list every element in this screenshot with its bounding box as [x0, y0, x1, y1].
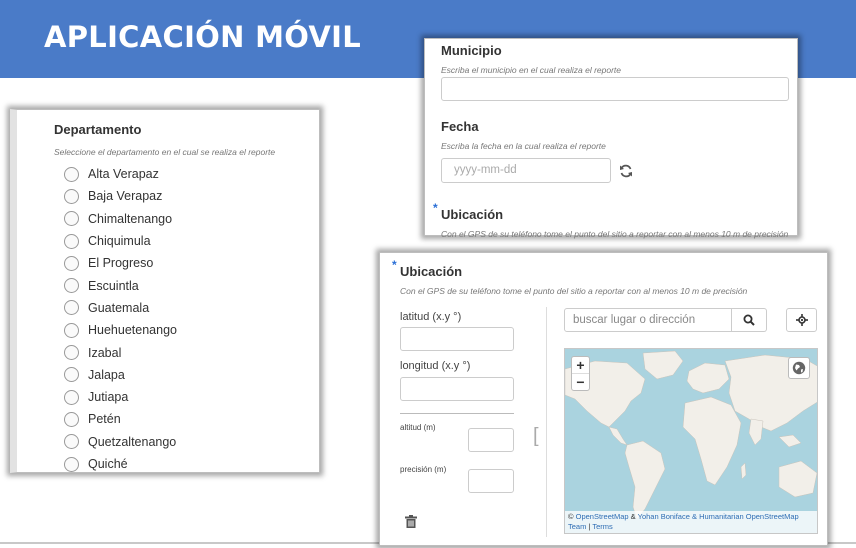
- option-label: Quetzaltenango: [88, 434, 177, 449]
- longitud-input[interactable]: [400, 377, 514, 401]
- departamento-hint: Seleccione el departamento en el cual se…: [54, 147, 276, 157]
- departamento-options: Alta Verapaz Baja Verapaz Chimaltenango Chi…: [64, 163, 177, 472]
- fecha-input[interactable]: yyyy-mm-dd: [441, 158, 611, 183]
- radio-button[interactable]: [64, 411, 79, 427]
- departamento-option[interactable]: Jalapa: [64, 364, 177, 386]
- departamento-option[interactable]: Izabal: [64, 341, 177, 363]
- departamento-option[interactable]: Petén: [64, 408, 177, 430]
- radio-button[interactable]: [64, 456, 79, 472]
- option-label: Alta Verapaz: [88, 167, 159, 182]
- zoom-in-button[interactable]: +: [572, 357, 589, 373]
- yohan-link[interactable]: Yohan Boniface & Humanitarian: [638, 512, 744, 521]
- divider: [400, 413, 514, 414]
- departamento-option[interactable]: Jutiapa: [64, 386, 177, 408]
- team-link[interactable]: Team: [568, 522, 586, 531]
- departamento-option[interactable]: Guatemala: [64, 297, 177, 319]
- departamento-option[interactable]: Alta Verapaz: [64, 163, 177, 185]
- option-label: Guatemala: [88, 300, 150, 315]
- attribution-prefix: ©: [568, 512, 576, 521]
- radio-button[interactable]: [64, 278, 79, 294]
- radio-button[interactable]: [64, 345, 79, 361]
- precision-input[interactable]: [468, 469, 514, 493]
- required-marker: *: [392, 258, 397, 272]
- departamento-option[interactable]: Baja Verapaz: [64, 185, 177, 207]
- municipio-label: Municipio: [441, 43, 502, 58]
- ubicacion-label: Ubicación: [400, 264, 463, 279]
- attribution-amp: &: [628, 512, 638, 521]
- map-view[interactable]: + − © OpenStreetMap & Yohan Boniface & H…: [564, 348, 818, 534]
- radio-button[interactable]: [64, 166, 79, 182]
- latitud-label: latitud (x.y °): [400, 311, 462, 323]
- radio-button[interactable]: [64, 367, 79, 383]
- latitud-input[interactable]: [400, 327, 514, 351]
- option-label: El Progreso: [88, 256, 154, 271]
- page-title: APLICACIÓN MÓVIL: [44, 20, 362, 54]
- departamento-option[interactable]: Chiquimula: [64, 230, 177, 252]
- trash-icon[interactable]: [405, 515, 419, 529]
- option-label: Huehuetenango: [88, 323, 177, 338]
- map-attribution: © OpenStreetMap & Yohan Boniface & Human…: [565, 511, 817, 533]
- radio-button[interactable]: [64, 188, 79, 204]
- radio-button[interactable]: [64, 233, 79, 249]
- municipio-hint: Escriba el municipio en el cual realiza …: [441, 65, 622, 75]
- search-icon[interactable]: [732, 308, 767, 332]
- option-label: Izabal: [88, 345, 122, 360]
- option-label: Jutiapa: [88, 390, 129, 405]
- longitud-label: longitud (x.y °): [400, 360, 471, 372]
- zoom-out-button[interactable]: −: [572, 374, 589, 390]
- departamento-option[interactable]: Chimaltenango: [64, 208, 177, 230]
- altitud-input[interactable]: [468, 428, 514, 452]
- departamento-option[interactable]: Quetzaltenango: [64, 431, 177, 453]
- radio-button[interactable]: [64, 211, 79, 227]
- departamento-label: Departamento: [54, 122, 142, 137]
- municipio-fecha-card: Municipio Escriba el municipio en el cua…: [424, 38, 798, 239]
- radio-button[interactable]: [64, 300, 79, 316]
- ubicacion-hint: Con el GPS de su teléfono tome el punto …: [400, 286, 748, 296]
- option-label: Petén: [88, 412, 121, 427]
- zoom-control: + −: [571, 356, 590, 391]
- departamento-card: Departamento Seleccione el departamento …: [10, 109, 320, 473]
- radio-button[interactable]: [64, 255, 79, 271]
- map-search-input[interactable]: buscar lugar o dirección: [564, 308, 732, 332]
- departamento-option[interactable]: Escuintla: [64, 274, 177, 296]
- municipio-input[interactable]: [441, 77, 789, 101]
- precision-label: precisión (m): [400, 465, 447, 474]
- altitud-label: altitud (m): [400, 423, 436, 432]
- departamento-option[interactable]: Quiché: [64, 453, 177, 472]
- terms-link[interactable]: Terms: [592, 522, 612, 531]
- column-divider: [546, 307, 547, 537]
- radio-button[interactable]: [64, 389, 79, 405]
- globe-icon[interactable]: [788, 357, 810, 379]
- ubicacion-label: Ubicación: [441, 207, 504, 222]
- option-label: Quiché: [88, 457, 128, 471]
- radio-button[interactable]: [64, 434, 79, 450]
- crosshair-icon[interactable]: [786, 308, 817, 332]
- option-label: Baja Verapaz: [88, 189, 163, 204]
- fecha-label: Fecha: [441, 119, 479, 134]
- osm-link[interactable]: OpenStreetMap: [576, 512, 629, 521]
- fecha-hint: Escriba la fecha en la cual realiza el r…: [441, 141, 606, 151]
- world-map: [565, 350, 817, 520]
- ubicacion-card: * Ubicación Con el GPS de su teléfono to…: [379, 252, 828, 546]
- departamento-option[interactable]: El Progreso: [64, 252, 177, 274]
- required-marker: *: [433, 201, 438, 215]
- departamento-option[interactable]: Huehuetenango: [64, 319, 177, 341]
- ubicacion-hint: Con el GPS de su teléfono tome el punto …: [441, 229, 789, 239]
- radio-button[interactable]: [64, 322, 79, 338]
- option-label: Chiquimula: [88, 234, 151, 249]
- option-label: Chimaltenango: [88, 211, 173, 226]
- option-label: Escuintla: [88, 278, 139, 293]
- refresh-icon[interactable]: [615, 160, 637, 182]
- bracket-glyph: [: [533, 425, 539, 447]
- option-label: Jalapa: [88, 367, 125, 382]
- hot-osm-link[interactable]: OpenStreetMap: [744, 512, 799, 521]
